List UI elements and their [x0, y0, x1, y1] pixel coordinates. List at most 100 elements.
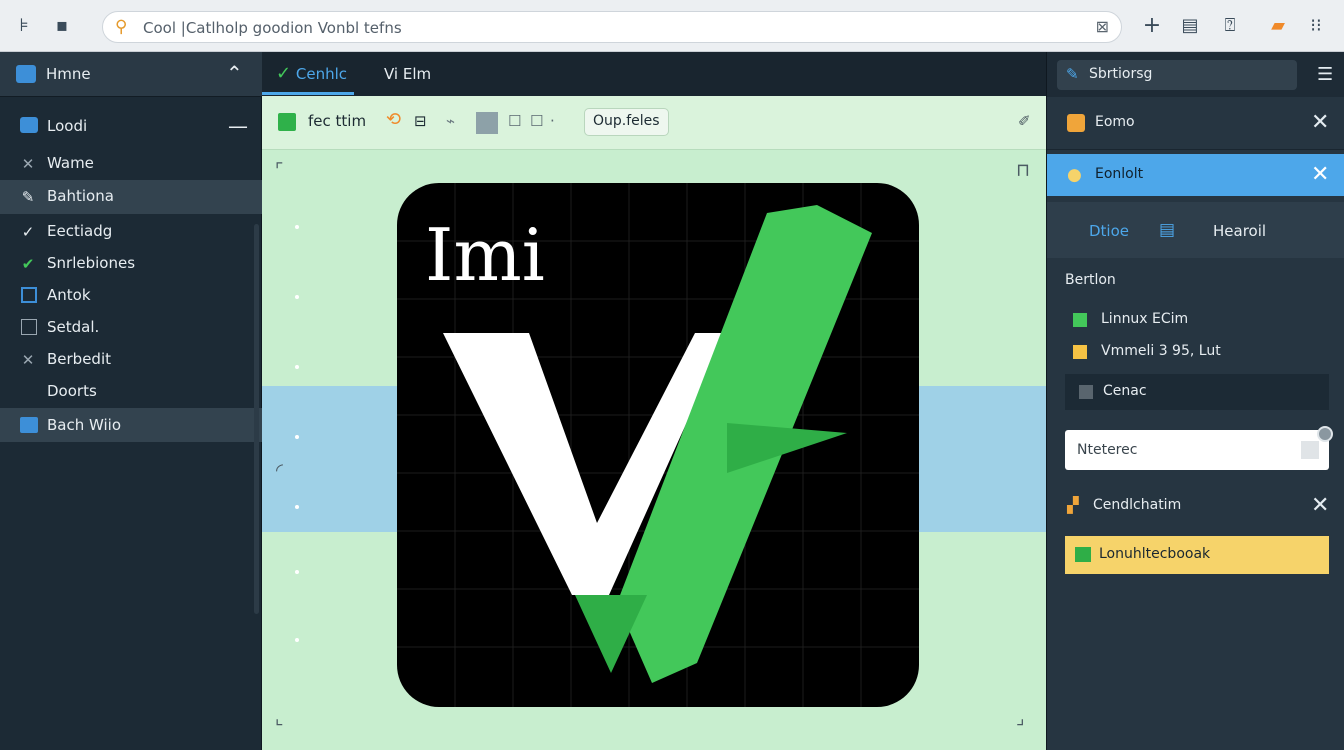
menu-icon[interactable]: ☰ [1317, 64, 1333, 85]
zoom-dropdown[interactable]: Oup.feles [584, 108, 669, 136]
close-icon[interactable]: ✕ [1311, 495, 1329, 517]
document-icon[interactable]: ▤ [1159, 220, 1175, 240]
grid-dot [295, 225, 299, 229]
active-tab-indicator [262, 92, 354, 95]
chevron-up-icon[interactable]: ⌃ [226, 61, 243, 85]
close-icon[interactable]: ✕ [1311, 164, 1329, 186]
sidebar-item-label: Eectiadg [47, 222, 113, 240]
sidebar-item-loodi[interactable]: Loodi — [0, 108, 255, 144]
close-icon[interactable]: ✕ [1311, 112, 1329, 134]
close-icon: ✕ [21, 351, 35, 369]
sidebar-item-setdal[interactable]: Setdal. [0, 312, 255, 344]
checkbox-icon [1073, 345, 1087, 359]
filter-input-text: Nteterec [1077, 442, 1138, 458]
highlight-item[interactable]: Lonuhltecbooak [1065, 536, 1329, 574]
address-bar[interactable]: ⚲ Cool |Catlholp goodion Vonbl tefns ⊠ [102, 11, 1122, 43]
card-eomo[interactable]: Eomo ✕ [1047, 98, 1344, 150]
tab-hearoil[interactable]: Hearoil [1213, 222, 1266, 240]
sidebar: Hmne ⌃ Loodi — ✕ Wame ✎ Bahtiona ✓ Eecti… [0, 52, 262, 750]
canvas-toolbar: fec ttim ⟲ ⊟ ⌁ ☐ ☐ · Oup.feles ✐ [262, 96, 1046, 150]
option-cenac[interactable]: Cenac [1065, 374, 1329, 410]
layer-icon[interactable] [278, 113, 296, 131]
menu-icon[interactable]: ⁝⁝ [1304, 14, 1328, 38]
card-cendlchatim[interactable]: ▞ Cendlchatim ✕ [1047, 486, 1344, 526]
card-label: Eonlolt [1095, 166, 1144, 182]
option-label: Vmmeli 3 95, Lut [1101, 343, 1221, 359]
vim-icon: ✓ [276, 63, 292, 84]
tab-label: Elm [402, 65, 432, 83]
grid-icon [20, 417, 38, 433]
lightbulb-icon: ● [1067, 165, 1082, 185]
home-icon[interactable]: ▪ [50, 14, 74, 38]
sidebar-home-label: Hmne [46, 65, 91, 83]
checkbox-icon [1073, 313, 1087, 327]
filter-icon[interactable] [1301, 441, 1319, 459]
resize-handle-icon[interactable]: ◜ [276, 460, 283, 481]
panel-search[interactable]: ✎ Sbrtiorsg [1057, 60, 1297, 90]
browser-toolbar: ⊧ ▪ ⚲ Cool |Catlholp goodion Vonbl tefns… [0, 0, 1344, 52]
card-icon [1067, 114, 1085, 132]
pen-icon[interactable]: ✐ [1018, 112, 1031, 130]
sidebar-home-row[interactable]: Hmne ⌃ [0, 52, 262, 97]
frame-alt-icon[interactable]: ☐ [530, 112, 543, 130]
section-title: Bertlon [1065, 272, 1116, 288]
sidebar-item-label: Loodi [47, 117, 88, 135]
panel-tabs: Dtioe ▤ Hearoil [1047, 202, 1344, 258]
sidebar-item-eectiadg[interactable]: ✓ Eectiadg [0, 216, 255, 248]
sidebar-item-label: Antok [47, 286, 91, 304]
tab-label: Cenhlc [295, 65, 348, 83]
add-icon[interactable]: + [1140, 14, 1164, 38]
close-icon: ✕ [21, 155, 35, 173]
tab-cenhlc[interactable]: ✓ Cenhlc [276, 52, 347, 96]
home-icon [16, 65, 36, 83]
sidebar-item-wame[interactable]: ✕ Wame [0, 148, 255, 180]
select-tool-icon[interactable] [476, 112, 498, 134]
refresh-icon[interactable]: ⟲ [386, 109, 401, 130]
box-icon [21, 287, 37, 303]
app-icon[interactable]: ⊧ [12, 14, 36, 38]
sidebar-item-label: Berbedit [47, 350, 112, 368]
grid-dot [295, 435, 299, 439]
toolbar-label: fec ttim [308, 112, 367, 130]
sidebar-item-label: Snrlebiones [47, 254, 136, 272]
editor-tabs: ✓ Cenhlc Vi Elm [262, 52, 1046, 96]
frame-icon[interactable]: ☐ [508, 112, 521, 130]
slider-knob[interactable] [1317, 426, 1333, 442]
pin-icon[interactable]: ⌁ [446, 112, 455, 130]
sidebar-item-antok[interactable]: Antok [0, 280, 255, 312]
option-vmmeli[interactable]: Vmmeli 3 95, Lut [1065, 338, 1330, 366]
collapse-icon[interactable]: — [228, 114, 248, 138]
sidebar-scrollbar[interactable] [254, 224, 259, 614]
corner-marker-icon: ⌟ [1016, 708, 1025, 729]
filter-input[interactable]: Nteterec [1065, 430, 1329, 470]
sidebar-item-bach-wiio[interactable]: Bach Wiio [0, 408, 262, 442]
option-linnux[interactable]: Linnux ECim [1065, 306, 1330, 334]
search-icon: ⚲ [115, 17, 128, 37]
sidebar-item-berbedit[interactable]: ✕ Berbedit [0, 344, 255, 376]
sidebar-item-snrlebiones[interactable]: ✔ Snrlebiones [0, 248, 255, 280]
puzzle-icon: ▞ [1067, 496, 1079, 514]
sidebar-item-bahtiona[interactable]: ✎ Bahtiona [0, 180, 262, 214]
sidebar-item-doorts[interactable]: Doorts [0, 376, 255, 408]
grid-dot [295, 505, 299, 509]
extension-icon[interactable]: ⊠ [1096, 17, 1109, 36]
option-label: Linnux ECim [1101, 311, 1189, 327]
sidebar-item-label: Wame [47, 154, 94, 172]
dot-icon[interactable]: · [550, 112, 555, 130]
folder-icon [20, 117, 38, 133]
tab-dtioe[interactable]: Dtioe [1089, 222, 1129, 240]
tab-elm[interactable]: Vi Elm [384, 52, 431, 96]
panel-header: ✎ Sbrtiorsg ☰ [1047, 52, 1344, 97]
corner-marker-icon: ⊓ [1016, 160, 1031, 181]
panel-icon[interactable]: ⊟ [414, 112, 427, 130]
profile-icon[interactable]: ⍰ [1218, 14, 1242, 38]
sidebar-item-label: Bach Wiio [47, 416, 122, 434]
window-icon[interactable]: ▤ [1178, 14, 1202, 38]
check-icon: ✓ [21, 223, 35, 241]
card-label: Eomo [1095, 114, 1135, 130]
edit-icon: ✎ [21, 188, 35, 206]
corner-marker-icon: ⌞ [275, 708, 284, 729]
bookmark-icon[interactable]: ▰ [1266, 14, 1290, 38]
grid-dot [295, 638, 299, 642]
card-eonlolt[interactable]: ● Eonlolt ✕ [1047, 154, 1344, 196]
